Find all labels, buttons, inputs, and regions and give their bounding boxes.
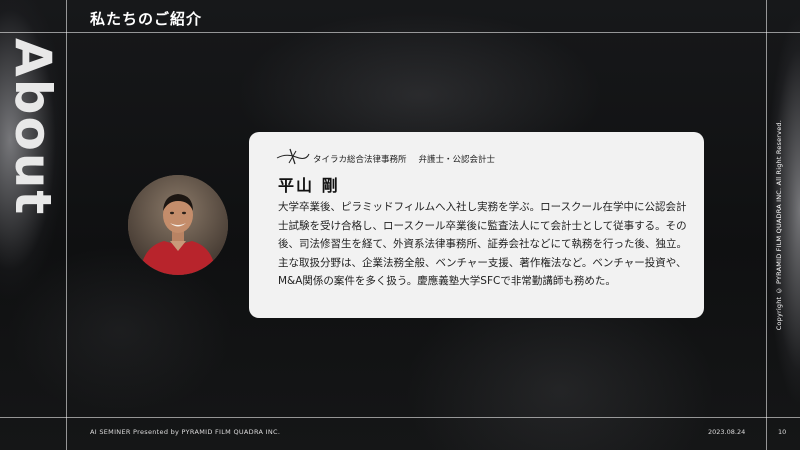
avatar-portrait — [128, 175, 228, 275]
organization-line: タイラカ総合法律事務所 弁護士・公認会計士 — [313, 153, 495, 165]
about-vertical-text: About — [4, 38, 62, 217]
copyright-text: Copyright © PYRAMID FILM QUADRA INC. All… — [775, 120, 783, 331]
page-number: 10 — [778, 428, 787, 436]
footer-date: 2023.08.24 — [708, 428, 746, 436]
logo-signature-icon — [276, 148, 310, 170]
avatar — [128, 175, 228, 275]
role-title: 弁護士・公認会計士 — [418, 155, 496, 165]
copyright-vertical: Copyright © PYRAMID FILM QUADRA INC. All… — [775, 120, 791, 330]
page-title: 私たちのご紹介 — [90, 10, 203, 28]
right-divider — [766, 0, 767, 450]
person-name: 平山 剛 — [278, 176, 340, 195]
left-divider — [66, 0, 67, 450]
bio-text: 大学卒業後、ピラミッドフィルムへ入社し実務を学ぶ。ロースクール在学中に公認会計士… — [278, 201, 687, 288]
slide: 私たちのご紹介 About Copyright © PYRAMID FILM Q… — [0, 0, 800, 450]
about-vertical-label: About — [4, 38, 62, 216]
top-divider — [0, 32, 800, 33]
bottom-divider — [0, 417, 800, 418]
organization-name: タイラカ総合法律事務所 — [313, 155, 407, 165]
footer-seminar-credit: AI SEMINER Presented by PYRAMID FILM QUA… — [90, 428, 281, 436]
